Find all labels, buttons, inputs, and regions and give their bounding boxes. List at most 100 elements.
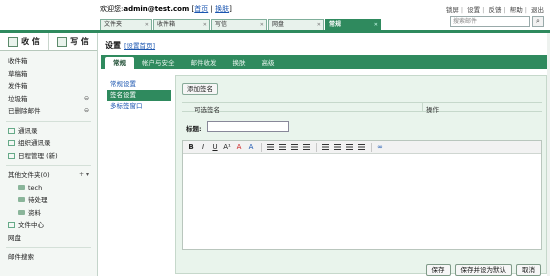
window-tabs: 文件夹 ✕ 收件箱 ✕ 写信 ✕ 网盘 ✕ 常规 ✕ (100, 19, 382, 30)
form-actions: 保存 保存并设为默认 取消 (422, 264, 541, 276)
write-button[interactable]: 写 信 (48, 33, 97, 50)
sidebar-item-file-center[interactable]: 文件中心 (0, 219, 97, 232)
tab-account-security[interactable]: 帐户与安全 (134, 57, 183, 69)
tab-folders[interactable]: 文件夹 ✕ (100, 19, 152, 30)
sidebar-item-sent[interactable]: 发件箱 (0, 80, 97, 93)
signature-editor: B I U A¹ A A ∞ (182, 140, 542, 250)
tab-compose[interactable]: 写信 ✕ (211, 19, 267, 30)
sidebar-item-calendar[interactable]: 日程管理 (新) (0, 150, 97, 163)
signature-panel: 添加签名 可选签名 操作 标题: B I U A¹ A A ∞ 保存 保存并设为… (175, 75, 547, 276)
folder-icon (18, 209, 25, 215)
subnav-signature[interactable]: 签名设置 (107, 90, 171, 101)
mail-actions: 收 信 写 信 (0, 33, 97, 51)
settings-link[interactable]: 设置 (467, 6, 480, 14)
settings-tabs: 常规 帐户与安全 邮件收发 换肤 高级 (101, 55, 550, 69)
home-link[interactable]: 首页 (194, 5, 208, 13)
align-center-button[interactable] (277, 142, 287, 152)
divider (422, 103, 423, 111)
tab-mail-send-receive[interactable]: 邮件收发 (183, 57, 225, 69)
tab-inbox[interactable]: 收件箱 ✕ (153, 19, 210, 30)
indent-button[interactable] (356, 142, 366, 152)
page-title: 设置 [设置首页] (105, 41, 156, 50)
search-icon[interactable]: ⌕ (532, 16, 544, 27)
tab-skin[interactable]: 换肤 (225, 57, 254, 69)
sidebar-item-drafts[interactable]: 草稿箱 (0, 68, 97, 81)
font-color-button[interactable]: A (234, 142, 244, 152)
divider (371, 142, 372, 152)
user-email: admin@test.com (123, 5, 190, 13)
add-signature-button[interactable]: 添加签名 (182, 83, 218, 95)
underline-button[interactable]: U (210, 142, 220, 152)
divider (261, 142, 262, 152)
sidebar-item-netdisk[interactable]: 网盘 (0, 232, 97, 245)
sidebar-item-deleted[interactable]: 已删除邮件 ⊖ (0, 105, 97, 118)
switch-skin-link[interactable]: 换肤 (215, 5, 229, 13)
tab-advanced[interactable]: 高级 (254, 57, 283, 69)
main-content: 设置 [设置首页] 常规 帐户与安全 邮件收发 换肤 高级 常规设置 签名设置 多… (99, 33, 550, 276)
tab-general[interactable]: 常规 ✕ (325, 19, 381, 30)
tab-netdisk[interactable]: 网盘 ✕ (268, 19, 324, 30)
close-icon[interactable]: ✕ (260, 20, 264, 30)
divider (6, 247, 91, 248)
highlight-button[interactable]: A (246, 142, 256, 152)
feedback-link[interactable]: 反馈 (488, 6, 501, 14)
editor-toolbar: B I U A¹ A A ∞ (183, 141, 541, 154)
bold-button[interactable]: B (186, 142, 196, 152)
divider (316, 142, 317, 152)
search-input[interactable]: 搜索邮件 (450, 16, 530, 27)
calendar-icon (8, 152, 15, 159)
sidebar-item-other-folders[interactable]: 其他文件夹(0) + ▾ (0, 169, 97, 182)
folder-icon (18, 184, 25, 190)
sidebar-folder-tech[interactable]: tech (0, 182, 97, 195)
close-icon[interactable]: ✕ (203, 20, 207, 30)
help-link[interactable]: 帮助 (510, 6, 523, 14)
sidebar-folder-pending[interactable]: 待处理 (0, 194, 97, 207)
sidebar-item-mail-search[interactable]: 邮件搜索 (0, 251, 97, 264)
font-size-button[interactable]: A¹ (222, 142, 232, 152)
top-links: 锁屏 | 设置 | 反馈 | 帮助 | 退出 (445, 6, 544, 14)
lock-link[interactable]: 锁屏 (446, 6, 459, 14)
link-icon[interactable]: ∞ (375, 142, 385, 152)
pencil-icon (57, 36, 68, 47)
save-default-button[interactable]: 保存并设为默认 (454, 264, 512, 276)
signature-title-label: 标题: (186, 125, 202, 133)
logout-link[interactable]: 退出 (531, 6, 544, 14)
sidebar-item-spam[interactable]: 垃圾箱 ⊖ (0, 93, 97, 106)
align-left-button[interactable] (265, 142, 275, 152)
tab-general-settings[interactable]: 常规 (105, 57, 134, 69)
col-action: 操作 (426, 106, 439, 114)
cancel-button[interactable]: 取消 (516, 264, 541, 276)
settings-home-link[interactable]: [设置首页] (124, 42, 155, 50)
sidebar-item-contacts[interactable]: 通讯录 (0, 125, 97, 138)
justify-button[interactable] (301, 142, 311, 152)
folder-icon (18, 197, 25, 202)
signature-title-input[interactable] (207, 121, 289, 132)
divider (6, 120, 91, 122)
sidebar: 收 信 写 信 收件箱 草稿箱 发件箱 垃圾箱 ⊖ 已删除邮件 ⊖ 通讯录 组织通讯… (0, 33, 98, 276)
sidebar-folder-material[interactable]: 资料 (0, 207, 97, 220)
org-contacts-icon (8, 140, 15, 146)
ordered-list-button[interactable] (320, 142, 330, 152)
welcome-text: 欢迎您:admin@test.com [首页 | 换肤] (100, 5, 232, 13)
receive-button[interactable]: 收 信 (0, 33, 48, 50)
save-button[interactable]: 保存 (425, 264, 451, 276)
subnav-multitab[interactable]: 多标签窗口 (107, 101, 171, 112)
signature-table-header: 可选签名 操作 (182, 102, 542, 114)
col-signature: 可选签名 (194, 106, 220, 114)
close-icon[interactable]: ✕ (374, 20, 378, 30)
align-right-button[interactable] (289, 142, 299, 152)
top-header: 欢迎您:admin@test.com [首页 | 换肤] 锁屏 | 设置 | 反馈 |… (0, 0, 550, 30)
close-icon[interactable]: ✕ (317, 20, 321, 30)
italic-button[interactable]: I (198, 142, 208, 152)
clear-icon[interactable]: ⊖ (84, 105, 89, 118)
subnav-general[interactable]: 常规设置 (107, 79, 171, 90)
close-icon[interactable]: ✕ (145, 20, 149, 30)
contacts-icon (8, 127, 15, 134)
sidebar-item-inbox[interactable]: 收件箱 (0, 55, 97, 68)
webmail-app: 欢迎您:admin@test.com [首页 | 换肤] 锁屏 | 设置 | 反馈 |… (0, 0, 550, 276)
outdent-button[interactable] (344, 142, 354, 152)
clear-icon[interactable]: ⊖ (84, 93, 89, 106)
unordered-list-button[interactable] (332, 142, 342, 152)
sidebar-item-org-contacts[interactable]: 组织通讯录 (0, 137, 97, 150)
folder-actions-icon[interactable]: + ▾ (79, 169, 89, 182)
